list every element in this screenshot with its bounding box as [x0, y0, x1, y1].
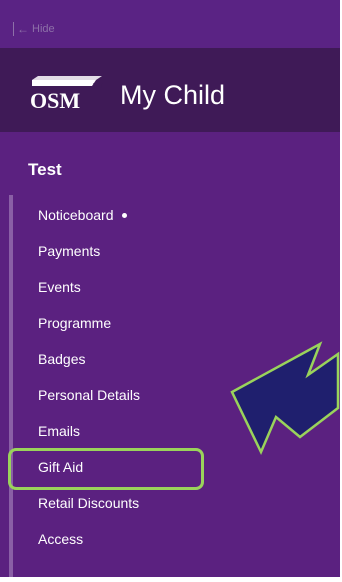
menu-item-events[interactable]: Events	[38, 269, 258, 305]
menu-item-label: Badges	[38, 351, 86, 367]
menu-rail	[9, 195, 13, 580]
menu-item-label: Access	[38, 531, 84, 547]
brand-header: OSM My Child	[0, 48, 340, 132]
menu-item-noticeboard[interactable]: Noticeboard	[38, 197, 258, 233]
callout-arrow-icon	[230, 341, 340, 456]
menu-item-label: Payments	[38, 243, 101, 259]
menu-item-retail-discounts[interactable]: Retail Discounts	[38, 485, 258, 521]
menu-item-label: Events	[38, 279, 81, 295]
divider	[13, 22, 14, 36]
logo-text: OSM	[30, 88, 80, 113]
notification-dot-icon	[121, 212, 127, 218]
menu-item-label: Personal Details	[38, 387, 140, 403]
bottom-edge	[0, 577, 342, 582]
gift-aid-highlight-outline	[8, 448, 204, 490]
menu-item-label: Noticeboard	[38, 207, 114, 223]
hide-button[interactable]: ← Hide	[13, 21, 55, 37]
menu-group-title: Test	[28, 160, 62, 179]
arrow-left-icon: ←	[17, 22, 29, 36]
hide-label: Hide	[32, 23, 55, 35]
menu-item-payments[interactable]: Payments	[38, 233, 258, 269]
osm-logo: OSM	[30, 76, 103, 113]
menu-item-label: Emails	[38, 423, 81, 439]
app-title: My Child	[120, 80, 226, 110]
menu-item-access[interactable]: Access	[38, 521, 258, 557]
hide-bar: ← Hide	[0, 0, 340, 48]
sidebar: ← Hide OSM My Child Test Noticeboard Pay…	[0, 0, 340, 582]
menu-item-label: Retail Discounts	[38, 495, 140, 511]
menu-item-label: Programme	[38, 315, 112, 331]
